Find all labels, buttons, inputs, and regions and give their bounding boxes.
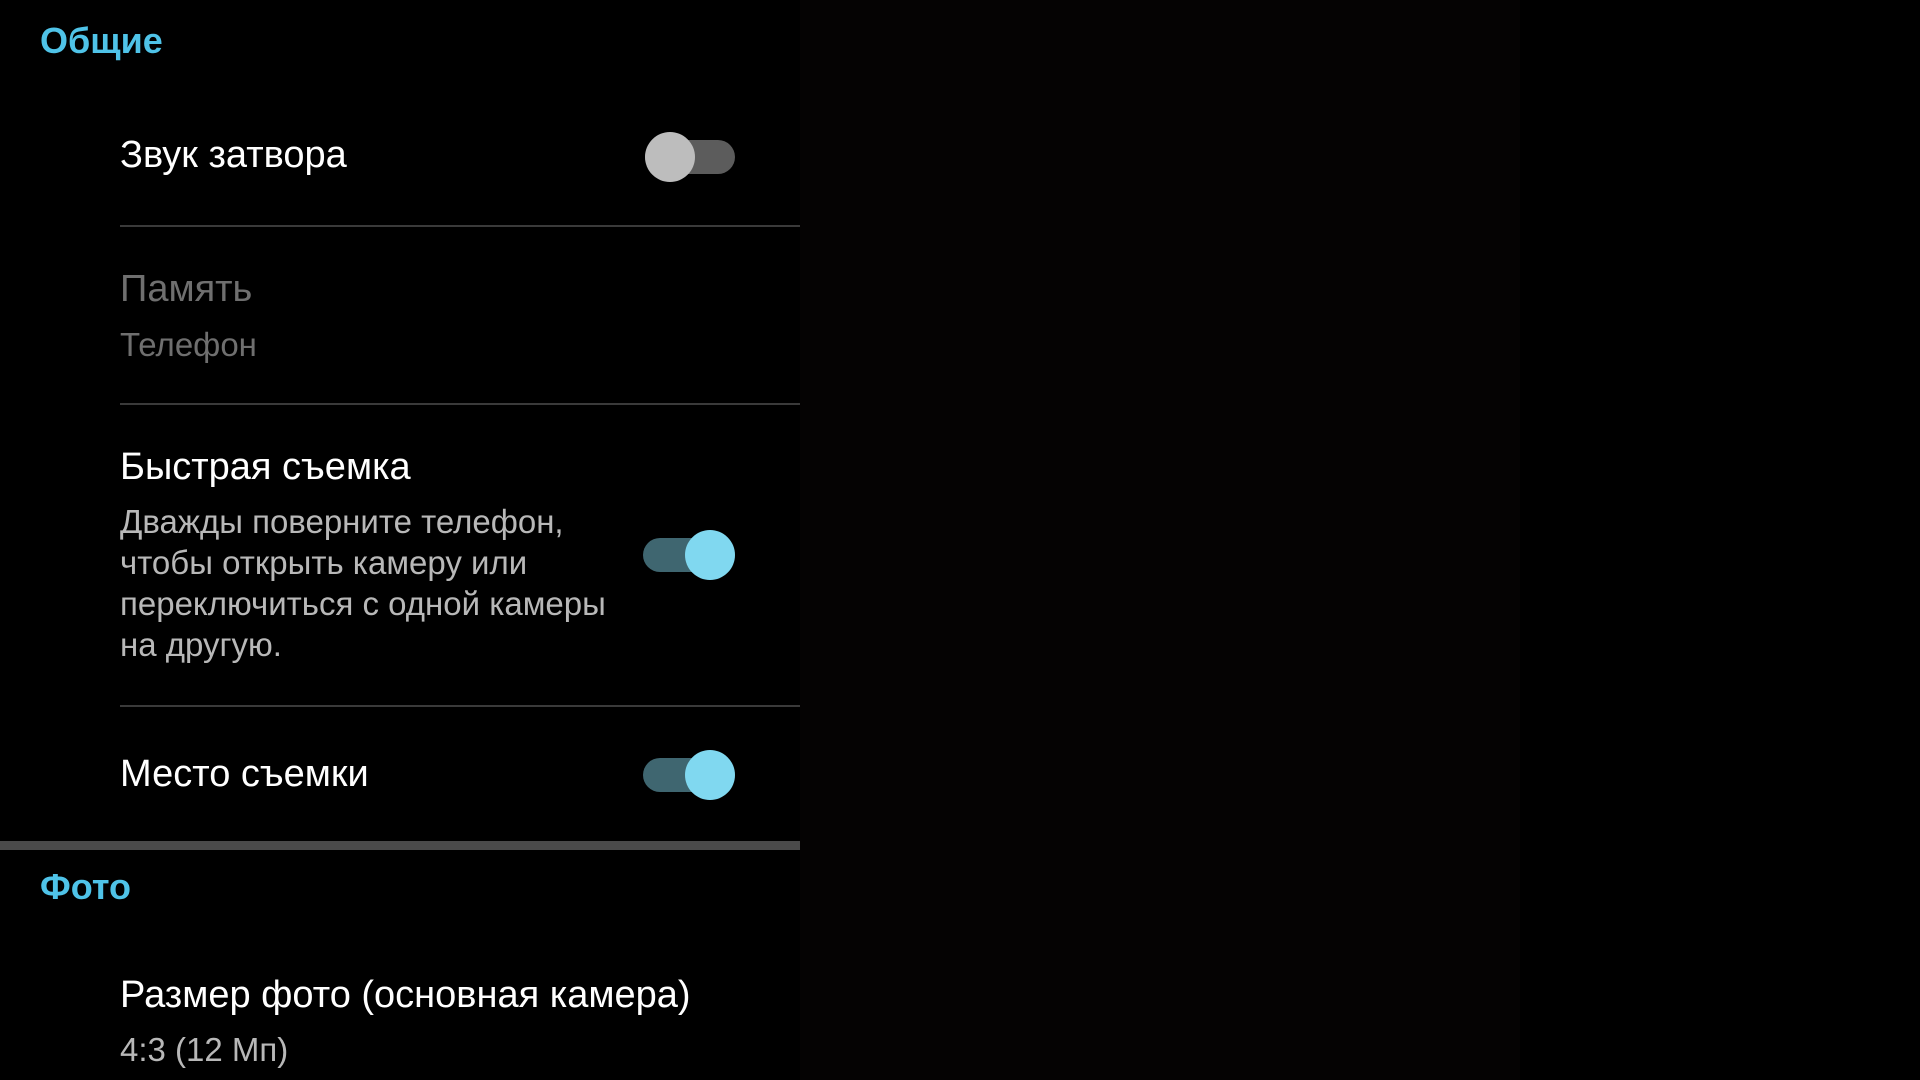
screen-edge xyxy=(1520,0,1920,1080)
pref-storage-summary: Телефон xyxy=(120,326,257,363)
quick-capture-switch[interactable] xyxy=(643,530,735,580)
divider xyxy=(120,705,800,707)
pref-quick-capture-title: Быстрая съемка xyxy=(120,446,411,488)
pref-location-title: Место съемки xyxy=(120,753,369,795)
pref-photo-size-summary: 4:3 (12 Мп) xyxy=(120,1031,289,1068)
pref-quick-capture-summary: Дважды поверните телефон, чтобы открыть … xyxy=(120,503,606,663)
divider xyxy=(120,225,800,227)
section-header-general: Общие xyxy=(40,20,163,61)
divider xyxy=(120,403,800,405)
location-switch[interactable] xyxy=(643,750,735,800)
switch-thumb xyxy=(685,530,735,580)
camera-preview-area xyxy=(800,0,1520,1080)
switch-thumb xyxy=(685,750,735,800)
shutter-sound-switch[interactable] xyxy=(645,132,737,182)
camera-settings-screen: Общие Звук затвора Память Телефон Быстра… xyxy=(0,0,1920,1080)
pref-photo-size-title: Размер фото (основная камера) xyxy=(120,974,691,1016)
section-header-photo: Фото xyxy=(40,866,131,907)
pref-storage-title: Память xyxy=(120,268,253,310)
pref-shutter-sound-title: Звук затвора xyxy=(120,134,347,176)
settings-panel: Общие Звук затвора Память Телефон Быстра… xyxy=(0,0,800,1080)
section-divider xyxy=(0,841,800,850)
switch-thumb xyxy=(645,132,695,182)
